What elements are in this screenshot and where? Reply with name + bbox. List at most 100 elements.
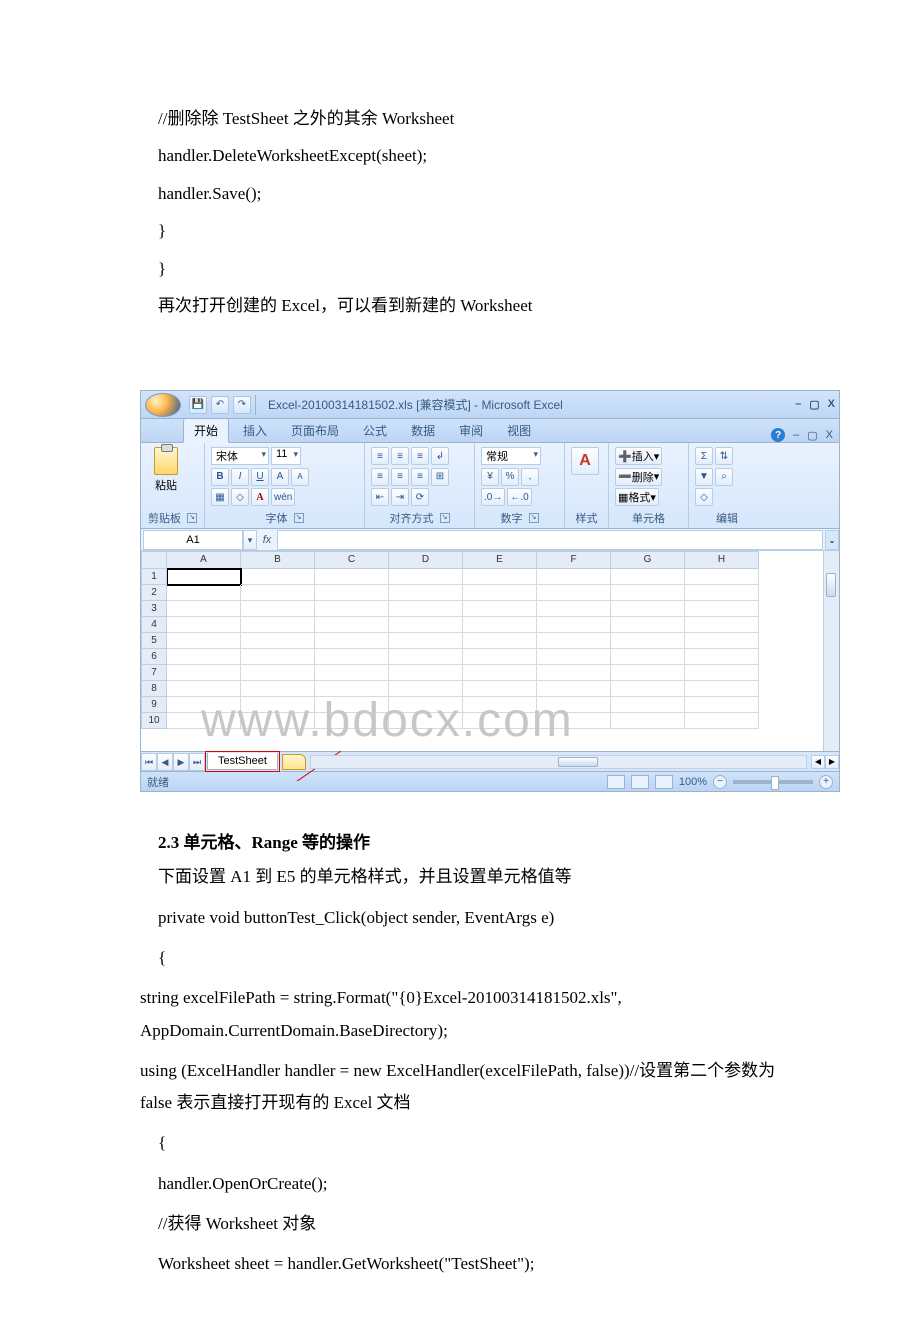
- cell[interactable]: [611, 601, 685, 617]
- cell[interactable]: [537, 633, 611, 649]
- format-cells-button[interactable]: ▦ 格式 ▾: [615, 488, 659, 506]
- zoom-slider[interactable]: [733, 780, 813, 784]
- cell[interactable]: [389, 665, 463, 681]
- cell[interactable]: [685, 697, 759, 713]
- sort-filter-button[interactable]: ⇅: [715, 447, 733, 465]
- cell[interactable]: [315, 713, 389, 729]
- cell[interactable]: [315, 569, 389, 585]
- cell[interactable]: [537, 649, 611, 665]
- cell[interactable]: [315, 665, 389, 681]
- cell[interactable]: [241, 665, 315, 681]
- cell[interactable]: [241, 617, 315, 633]
- cell[interactable]: [537, 585, 611, 601]
- cell[interactable]: [315, 697, 389, 713]
- cell[interactable]: [463, 601, 537, 617]
- fill-button[interactable]: ▼: [695, 468, 713, 486]
- row-header[interactable]: 6: [141, 649, 167, 665]
- cell[interactable]: [537, 665, 611, 681]
- dialog-launcher-icon[interactable]: ↘: [294, 513, 304, 523]
- tab-data[interactable]: 数据: [401, 419, 445, 442]
- tab-view[interactable]: 视图: [497, 419, 541, 442]
- row-header[interactable]: 3: [141, 601, 167, 617]
- cell[interactable]: [685, 649, 759, 665]
- clear-button[interactable]: ◇: [695, 488, 713, 506]
- sheet-nav-prev[interactable]: ◀: [157, 753, 173, 771]
- doc-close-button[interactable]: X: [826, 429, 833, 441]
- row-header[interactable]: 7: [141, 665, 167, 681]
- cell[interactable]: [167, 681, 241, 697]
- cell[interactable]: [685, 617, 759, 633]
- vertical-scrollbar[interactable]: [823, 551, 839, 751]
- cell[interactable]: [463, 633, 537, 649]
- cell[interactable]: [463, 649, 537, 665]
- cell[interactable]: [167, 617, 241, 633]
- tab-review[interactable]: 审阅: [449, 419, 493, 442]
- row-header[interactable]: 9: [141, 697, 167, 713]
- cell[interactable]: [389, 649, 463, 665]
- tab-home[interactable]: 开始: [183, 418, 229, 443]
- column-header[interactable]: G: [611, 551, 685, 569]
- decrease-decimal-button[interactable]: ←.0: [507, 488, 531, 506]
- italic-button[interactable]: I: [231, 468, 249, 486]
- save-icon[interactable]: 💾: [189, 396, 207, 414]
- delete-cells-button[interactable]: ➖ 删除 ▾: [615, 468, 662, 486]
- cell[interactable]: [241, 649, 315, 665]
- cell[interactable]: [685, 681, 759, 697]
- comma-button[interactable]: ,: [521, 468, 539, 486]
- cell[interactable]: [685, 633, 759, 649]
- insert-cells-button[interactable]: ➕ 插入 ▾: [615, 447, 662, 465]
- cell[interactable]: [611, 569, 685, 585]
- autosum-button[interactable]: Σ: [695, 447, 713, 465]
- cell[interactable]: [611, 681, 685, 697]
- dialog-launcher-icon[interactable]: ↘: [529, 513, 539, 523]
- merge-button[interactable]: ⊞: [431, 468, 449, 486]
- cell[interactable]: [167, 665, 241, 681]
- doc-minimize-button[interactable]: –: [793, 429, 799, 441]
- cell[interactable]: [463, 681, 537, 697]
- zoom-in-button[interactable]: +: [819, 775, 833, 789]
- restore-button[interactable]: ▢: [809, 398, 819, 411]
- zoom-out-button[interactable]: −: [713, 775, 727, 789]
- cell[interactable]: [241, 713, 315, 729]
- cell[interactable]: [241, 697, 315, 713]
- cell[interactable]: [463, 585, 537, 601]
- cell[interactable]: [315, 617, 389, 633]
- cell[interactable]: [537, 601, 611, 617]
- row-header[interactable]: 5: [141, 633, 167, 649]
- shrink-font-button[interactable]: A: [291, 468, 309, 486]
- column-header[interactable]: F: [537, 551, 611, 569]
- minimize-button[interactable]: –: [795, 398, 801, 411]
- cell[interactable]: [463, 713, 537, 729]
- font-color-button[interactable]: A: [251, 488, 269, 506]
- cell[interactable]: [685, 601, 759, 617]
- name-box[interactable]: A1: [143, 530, 243, 550]
- orientation-button[interactable]: ⟳: [411, 488, 429, 506]
- scroll-thumb[interactable]: [826, 573, 836, 597]
- cell[interactable]: [685, 569, 759, 585]
- name-box-dropdown[interactable]: ▾: [243, 530, 257, 550]
- expand-formula-bar-icon[interactable]: ⌄: [825, 530, 839, 550]
- fx-icon[interactable]: fx: [257, 534, 277, 546]
- indent-right-button[interactable]: ⇥: [391, 488, 409, 506]
- doc-restore-button[interactable]: ▢: [807, 429, 817, 442]
- close-button[interactable]: X: [828, 398, 835, 411]
- formula-bar[interactable]: [277, 530, 823, 550]
- cell[interactable]: [537, 681, 611, 697]
- sheet-nav-last[interactable]: ⏭: [189, 753, 205, 771]
- cell[interactable]: [389, 601, 463, 617]
- row-header[interactable]: 2: [141, 585, 167, 601]
- row-header[interactable]: 1: [141, 569, 167, 585]
- find-button[interactable]: ⌕: [715, 468, 733, 486]
- column-header[interactable]: C: [315, 551, 389, 569]
- cell[interactable]: [389, 617, 463, 633]
- view-layout-button[interactable]: [631, 775, 649, 789]
- cell[interactable]: [389, 569, 463, 585]
- view-normal-button[interactable]: [607, 775, 625, 789]
- scroll-right-button[interactable]: ▶: [825, 755, 839, 769]
- cell[interactable]: [241, 601, 315, 617]
- cell[interactable]: [611, 617, 685, 633]
- cell[interactable]: [463, 569, 537, 585]
- row-header[interactable]: 8: [141, 681, 167, 697]
- cell[interactable]: [611, 697, 685, 713]
- cell[interactable]: [685, 585, 759, 601]
